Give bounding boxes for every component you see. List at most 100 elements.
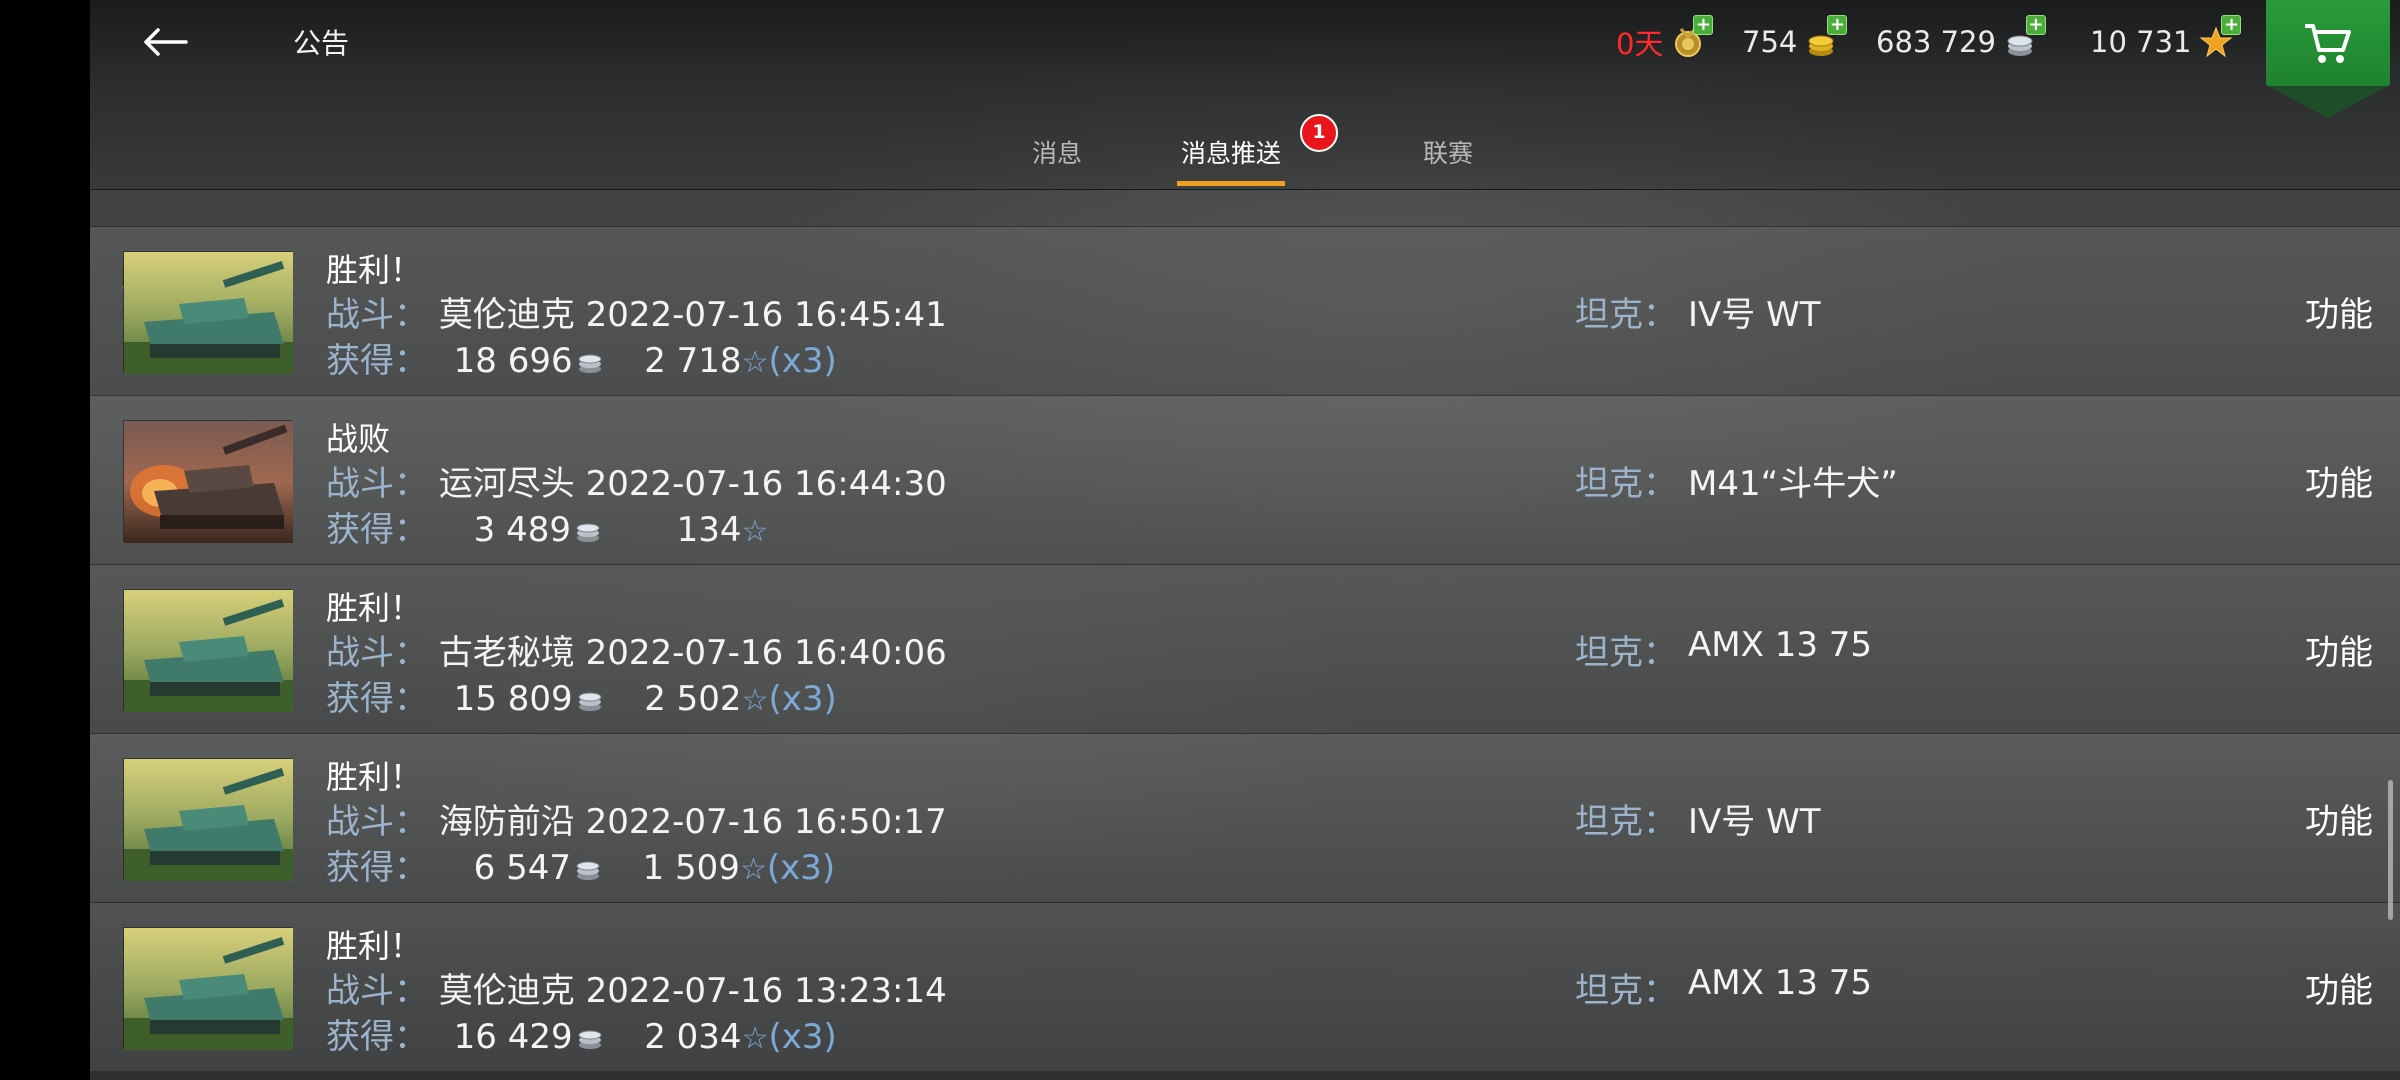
earned-label: 获得： xyxy=(326,848,428,888)
game-screen: 公告 0天 + 754 + 683 729 + 10 731 + 消息 消息推送… xyxy=(90,0,2400,1080)
tank-label: 坦克： xyxy=(1575,295,1677,335)
battle-label: 战斗： xyxy=(326,464,428,504)
xp-multiplier: (x3) xyxy=(768,679,837,719)
xp-earned: 2 502 xyxy=(644,679,742,719)
silver-coins-icon: + xyxy=(2004,15,2046,59)
earnings-line: 获得： 16 429 2 034☆(x3) xyxy=(326,1009,837,1058)
tank-name: AMX 13 75 xyxy=(1688,963,1873,1003)
xp-star-icon: ☆ xyxy=(741,683,769,718)
premium-medal-icon: + xyxy=(1671,15,1714,59)
premium-days-value: 0天 xyxy=(1616,27,1664,61)
shopping-cart-icon xyxy=(2305,24,2351,63)
battle-time: 2022-07-16 16:45:41 xyxy=(585,295,947,335)
tank-name: IV号 WT xyxy=(1688,295,1821,335)
tab-messages[interactable]: 消息 xyxy=(1032,134,1082,170)
function-button[interactable]: 功能 xyxy=(2305,963,2373,1012)
map-name: 运河尽头 xyxy=(438,464,575,504)
tank-name: AMX 13 75 xyxy=(1688,625,1873,665)
tank-name: IV号 WT xyxy=(1688,802,1821,842)
xp-earned: 2 718 xyxy=(644,341,742,381)
page-title: 公告 xyxy=(293,27,350,60)
battle-result: 胜利！ xyxy=(326,758,423,796)
gold-coins-icon: + xyxy=(1805,15,1848,59)
list-item[interactable]: 战败 战斗： 运河尽头 2022-07-16 16:44:30 获得： 3 48… xyxy=(90,395,2400,564)
list-item[interactable]: 胜利！ 战斗： 古老秘境 2022-07-16 16:40:06 获得： 15 … xyxy=(90,564,2400,733)
list-item[interactable]: 胜利！ 战斗： 海防前沿 2022-07-16 16:50:17 获得： 6 5… xyxy=(90,733,2400,902)
list-item[interactable]: 胜利！ 战斗： 莫伦迪克 2022-07-16 13:23:14 获得： 16 … xyxy=(90,902,2400,1071)
top-bar: 公告 0天 + 754 + 683 729 + 10 731 + xyxy=(90,0,2400,118)
battle-label: 战斗： xyxy=(326,295,428,335)
battle-time: 2022-07-16 13:23:14 xyxy=(585,971,947,1011)
earnings-line: 获得： 3 489 134☆ xyxy=(326,502,768,551)
silver-earned: 6 547 xyxy=(473,848,571,888)
battle-result: 胜利！ xyxy=(326,251,423,289)
silver-coin-icon xyxy=(578,692,602,711)
earned-label: 获得： xyxy=(326,1017,428,1057)
tank-label: 坦克： xyxy=(1575,464,1677,504)
battle-result: 胜利！ xyxy=(326,589,423,627)
add-silver-icon: + xyxy=(2025,15,2046,35)
notification-list: 胜利！ 战斗： 莫伦迪克 2022-07-16 16:45:41 获得： 18 … xyxy=(90,226,2400,1071)
add-xp-icon: + xyxy=(2221,15,2242,35)
earnings-line: 获得： 18 696 2 718☆(x3) xyxy=(326,333,837,382)
tank-label: 坦克： xyxy=(1575,802,1677,842)
silver-value: 683 729 xyxy=(1876,25,1996,59)
battle-label: 战斗： xyxy=(326,633,428,673)
function-button[interactable]: 功能 xyxy=(2305,287,2373,336)
xp-multiplier: (x3) xyxy=(768,341,837,381)
victory-tank-thumbnail xyxy=(123,758,293,881)
map-name: 海防前沿 xyxy=(438,802,575,842)
battle-line: 战斗： 古老秘境 2022-07-16 16:40:06 xyxy=(326,625,947,674)
list-item[interactable]: 胜利！ 战斗： 莫伦迪克 2022-07-16 16:45:41 获得： 18 … xyxy=(90,226,2400,395)
battle-label: 战斗： xyxy=(326,971,428,1011)
battle-line: 战斗： 莫伦迪克 2022-07-16 16:45:41 xyxy=(326,287,947,336)
xp-earned: 2 034 xyxy=(644,1017,742,1057)
battle-line: 战斗： 海防前沿 2022-07-16 16:50:17 xyxy=(326,794,947,843)
xp-star-icon: ☆ xyxy=(741,345,769,380)
notification-badge: 1 xyxy=(1300,114,1338,152)
xp-multiplier: (x3) xyxy=(768,1017,837,1057)
silver-earned: 16 429 xyxy=(453,1017,573,1057)
tab-push-notifications[interactable]: 消息推送 xyxy=(1181,134,1281,170)
battle-label: 战斗： xyxy=(326,802,428,842)
earned-label: 获得： xyxy=(326,341,428,381)
map-name: 莫伦迪克 xyxy=(438,295,575,335)
xp-earned: 1 509 xyxy=(642,848,740,888)
battle-result: 战败 xyxy=(326,420,391,458)
tank-name: M41“斗牛犬” xyxy=(1688,464,1898,504)
xp-value: 10 731 xyxy=(2090,25,2192,59)
gold-value: 754 xyxy=(1742,25,1798,59)
xp-counter[interactable]: 10 731 + xyxy=(2090,15,2242,64)
silver-earned: 3 489 xyxy=(473,510,571,550)
xp-star-icon: ☆ xyxy=(739,852,767,887)
back-arrow-icon xyxy=(144,28,188,56)
earned-label: 获得： xyxy=(326,510,428,550)
premium-days[interactable]: 0天 + xyxy=(1616,15,1714,64)
earned-label: 获得： xyxy=(326,679,428,719)
function-button[interactable]: 功能 xyxy=(2305,456,2373,505)
xp-multiplier: (x3) xyxy=(766,848,836,888)
function-button[interactable]: 功能 xyxy=(2305,794,2373,843)
earnings-line: 获得： 6 547 1 509☆(x3) xyxy=(326,840,835,889)
map-name: 莫伦迪克 xyxy=(438,971,575,1011)
xp-star-icon: ☆ xyxy=(741,514,769,549)
tab-league[interactable]: 联赛 xyxy=(1423,134,1473,170)
silver-counter[interactable]: 683 729 + xyxy=(1876,15,2046,64)
map-name: 古老秘境 xyxy=(438,633,575,673)
silver-coin-icon xyxy=(576,861,600,880)
victory-tank-thumbnail xyxy=(123,251,293,374)
back-button[interactable] xyxy=(130,14,200,70)
silver-coin-icon xyxy=(578,1030,602,1049)
earnings-line: 获得： 15 809 2 502☆(x3) xyxy=(326,671,837,720)
silver-earned: 18 696 xyxy=(453,341,573,381)
function-button[interactable]: 功能 xyxy=(2305,625,2373,674)
xp-star-icon: ☆ xyxy=(741,1021,769,1056)
battle-line: 战斗： 莫伦迪克 2022-07-16 13:23:14 xyxy=(326,963,947,1012)
battle-time: 2022-07-16 16:50:17 xyxy=(585,802,947,842)
free-xp-star-icon: + xyxy=(2199,15,2242,59)
add-premium-icon: + xyxy=(1693,15,1714,35)
list-scrollbar[interactable] xyxy=(2388,780,2393,920)
gold-counter[interactable]: 754 + xyxy=(1742,15,1848,64)
silver-coin-icon xyxy=(576,523,600,542)
tank-label: 坦克： xyxy=(1575,633,1677,673)
